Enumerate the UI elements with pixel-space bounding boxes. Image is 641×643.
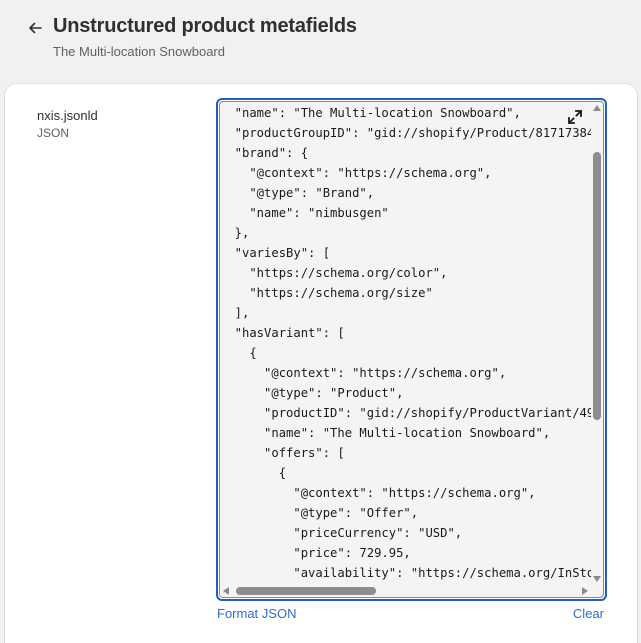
page-header: Unstructured product metafields The Mult… [0, 0, 641, 80]
code-line: "https://schema.org/color", [220, 266, 448, 280]
vertical-scrollbar-thumb[interactable] [593, 152, 601, 420]
json-editor-frame: "name": "The Multi-location Snowboard", … [219, 101, 604, 598]
code-line: "offers": [ [220, 446, 345, 460]
code-line: ], [220, 306, 250, 320]
code-line: "priceCurrency": "USD", [220, 526, 463, 540]
metafield-type: JSON [37, 126, 70, 140]
code-line: "price": 729.95, [220, 546, 411, 560]
code-line: "variesBy": [ [220, 246, 331, 260]
code-line: "@type": "Offer", [220, 506, 419, 520]
code-line: "name": "The Multi-location Snowboard", [220, 106, 521, 120]
code-line: "hasVariant": [ [220, 326, 345, 340]
clear-button[interactable]: Clear [573, 606, 604, 621]
back-button[interactable] [24, 16, 46, 40]
code-line: "https://schema.org/size" [220, 286, 433, 300]
code-line: "productID": "gid://shopify/ProductVaria… [220, 406, 591, 420]
scroll-up-arrow-icon[interactable] [593, 105, 601, 111]
code-line: "name": "The Multi-location Snowboard", [220, 426, 551, 440]
expand-editor-button[interactable] [567, 109, 583, 125]
code-line: "availability": "https://schema.org/InSt… [220, 566, 591, 580]
metafield-key: nxis.jsonld [37, 108, 98, 123]
expand-diagonal-icon [567, 109, 583, 130]
code-line: "productGroupID": "gid://shopify/Product… [220, 126, 591, 140]
code-line: "@context": "https://schema.org", [220, 366, 507, 380]
json-code-area[interactable]: "name": "The Multi-location Snowboard", … [220, 102, 591, 585]
code-line: "brand": { [220, 146, 309, 160]
code-line: "@type": "Brand", [220, 186, 375, 200]
arrow-left-icon [27, 20, 43, 36]
code-line: "name": "nimbusgen" [220, 206, 389, 220]
scroll-left-arrow-icon[interactable] [223, 587, 229, 595]
code-line: { [220, 466, 287, 480]
page-subtitle: The Multi-location Snowboard [53, 44, 225, 59]
horizontal-scrollbar[interactable] [220, 585, 591, 597]
horizontal-scrollbar-thumb[interactable] [236, 587, 376, 595]
code-line: { [220, 346, 257, 360]
code-line: "@context": "https://schema.org", [220, 486, 536, 500]
code-line: }, [220, 226, 250, 240]
vertical-scrollbar[interactable] [591, 102, 603, 585]
json-editor[interactable]: "name": "The Multi-location Snowboard", … [216, 98, 607, 601]
scroll-down-arrow-icon[interactable] [593, 576, 601, 582]
format-json-button[interactable]: Format JSON [217, 606, 296, 621]
code-line: "@type": "Product", [220, 386, 404, 400]
scroll-right-arrow-icon[interactable] [582, 587, 588, 595]
page-title: Unstructured product metafields [53, 15, 357, 37]
metafield-card: nxis.jsonld JSON "name": "The Multi-loca… [5, 84, 637, 643]
code-line: "@context": "https://schema.org", [220, 166, 492, 180]
